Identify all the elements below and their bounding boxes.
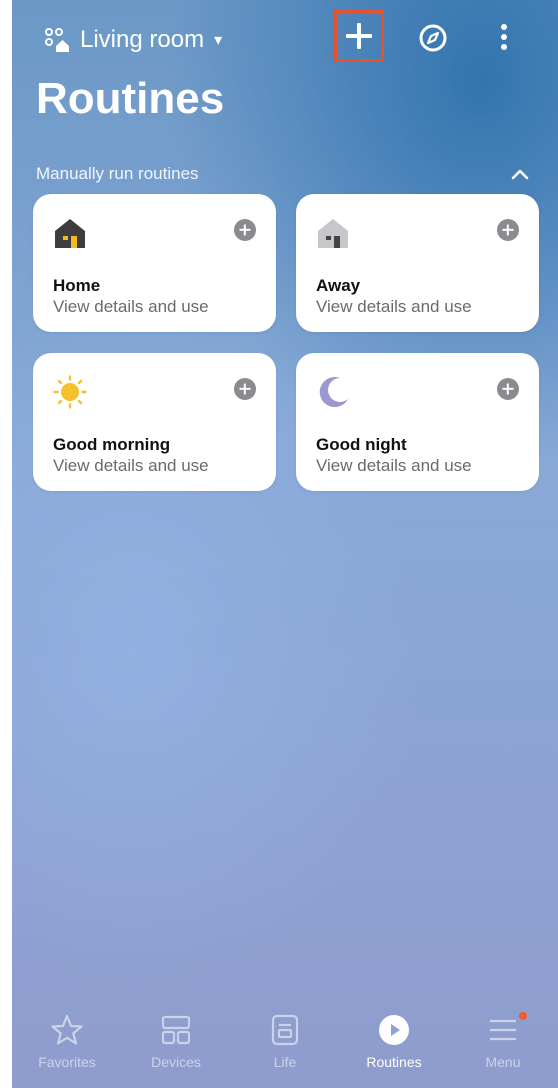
nav-favorites[interactable]: Favorites <box>17 1012 117 1070</box>
routine-subtitle: View details and use <box>316 297 472 316</box>
nav-label: Menu <box>485 1054 521 1070</box>
routine-title: Home <box>53 276 101 295</box>
devices-grid-icon <box>161 1015 191 1045</box>
more-dot <box>501 34 507 40</box>
routine-card-home[interactable]: Home View details and use <box>33 194 276 332</box>
add-to-favorites-button[interactable] <box>234 219 256 241</box>
menu-icon <box>490 1019 516 1041</box>
chevron-up-icon[interactable] <box>508 162 532 186</box>
compass-icon[interactable] <box>417 22 449 54</box>
bottom-navigation: Favorites Devices Life Routines Menu <box>12 1004 558 1088</box>
home-devices-icon <box>45 28 69 52</box>
house-light-icon <box>318 219 348 248</box>
add-to-favorites-button[interactable] <box>497 378 519 400</box>
house-dark-icon <box>55 219 85 248</box>
nav-life[interactable]: Life <box>235 1012 335 1070</box>
caret-down-icon: ▾ <box>214 32 223 49</box>
location-selector[interactable]: Living room ▾ <box>44 22 222 58</box>
nav-label: Devices <box>151 1054 201 1070</box>
more-dot <box>501 44 507 50</box>
more-vertical-icon <box>501 24 507 30</box>
add-routine-button[interactable] <box>334 10 384 62</box>
nav-devices[interactable]: Devices <box>126 1012 226 1070</box>
sun-icon <box>53 375 87 409</box>
add-to-favorites-button[interactable] <box>234 378 256 400</box>
nav-label: Favorites <box>38 1054 96 1070</box>
routines-screen: Living room ▾ Routines Manually run rout… <box>12 0 558 1088</box>
moon-icon <box>319 377 348 408</box>
section-header[interactable]: Manually run routines <box>36 160 532 188</box>
more-options-button[interactable] <box>494 20 514 54</box>
routine-subtitle: View details and use <box>53 297 209 316</box>
life-doc-icon <box>271 1014 299 1046</box>
star-icon <box>51 1014 83 1045</box>
routine-title: Good morning <box>53 435 171 454</box>
plus-icon <box>346 23 372 49</box>
nav-routines[interactable]: Routines <box>344 1012 444 1070</box>
notification-badge <box>519 1012 527 1020</box>
nav-label: Routines <box>366 1054 422 1070</box>
play-circle-icon <box>379 1015 409 1045</box>
routine-subtitle: View details and use <box>316 456 472 475</box>
location-name: Living room <box>80 26 205 53</box>
routine-card-good-morning[interactable]: Good morning View details and use <box>33 353 276 491</box>
nav-menu[interactable]: Menu <box>453 1012 553 1070</box>
routine-subtitle: View details and use <box>53 456 209 475</box>
nav-label: Life <box>273 1054 297 1070</box>
add-to-favorites-button[interactable] <box>497 219 519 241</box>
routine-title: Good night <box>316 435 407 454</box>
routine-card-good-night[interactable]: Good night View details and use <box>296 353 539 491</box>
page-title: Routines <box>36 74 225 123</box>
routine-title: Away <box>316 276 361 295</box>
routine-card-away[interactable]: Away View details and use <box>296 194 539 332</box>
section-label: Manually run routines <box>36 164 199 183</box>
